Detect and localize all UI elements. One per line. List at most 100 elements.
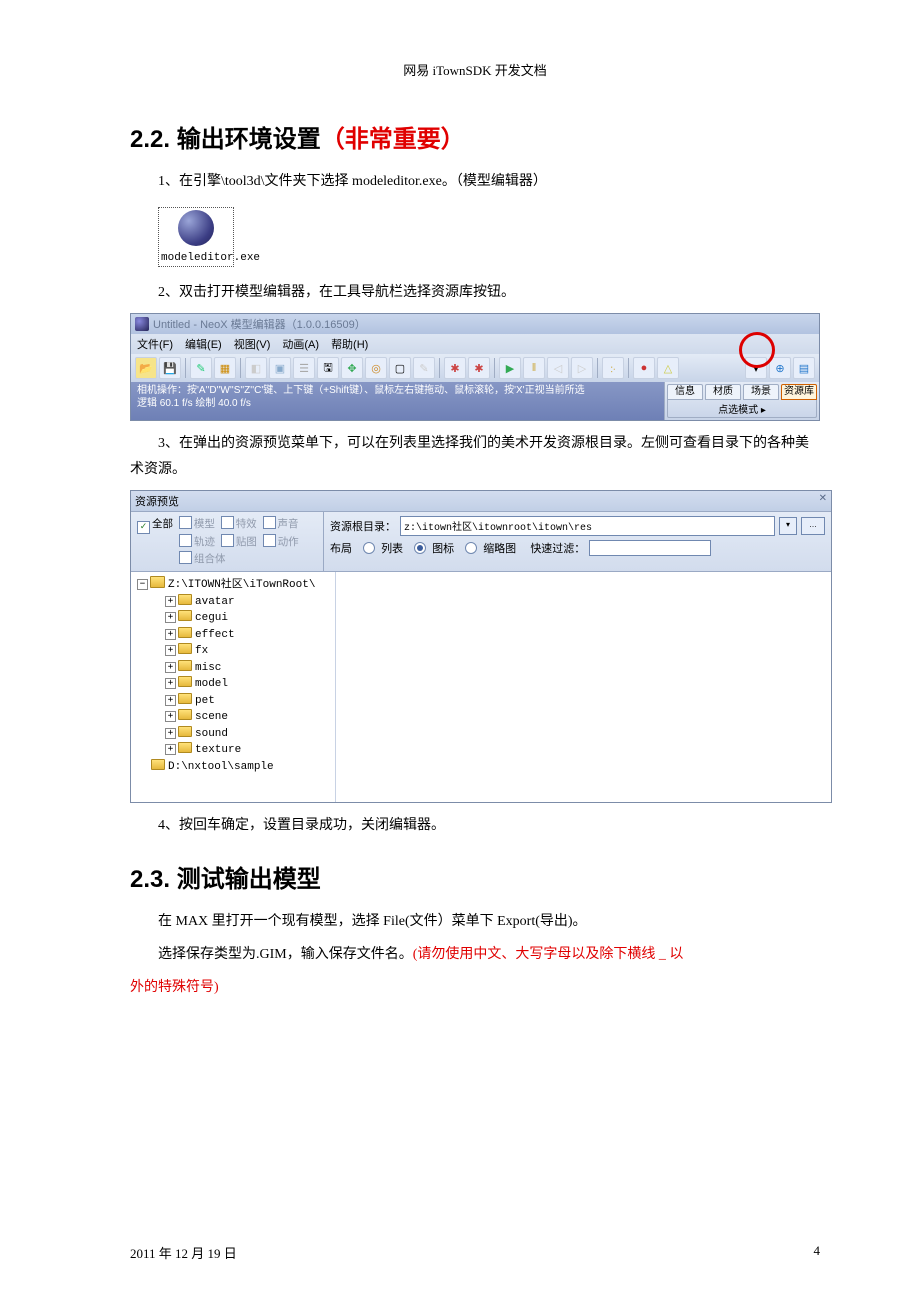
root-dir-input[interactable]: z:\itown社区\itownroot\itown\res [400,516,775,536]
root-dir-dropdown[interactable]: ▾ [779,517,797,535]
lbl-effect: 特效 [236,518,257,530]
tree-item[interactable]: fx [195,645,208,657]
db-icon[interactable]: ▤ [793,357,815,379]
brush-icon[interactable]: ✎ [413,357,435,379]
save-icon[interactable]: 💾 [159,357,181,379]
tree-item[interactable]: sound [195,728,228,740]
chk-track[interactable] [179,534,192,547]
open-icon[interactable]: 📂 [135,357,157,379]
chk-action[interactable] [263,534,276,547]
tree-sibling[interactable]: D:\nxtool\sample [168,761,274,773]
step-1: 1、在引擎\tool3d\文件夹下选择 modeleditor.exe。（模型编… [130,169,820,194]
tree-root[interactable]: Z:\ITOWN社区\iTownRoot\ [168,579,315,591]
bug2-icon[interactable]: ✱ [468,357,490,379]
menu-file[interactable]: 文件(F) [137,336,173,352]
lbl-list: 列表 [381,540,403,556]
layout-label: 布局 [330,540,352,556]
bug-icon[interactable]: ✱ [444,357,466,379]
lbl-thumb: 缩略图 [483,540,516,556]
chk-effect[interactable] [221,516,234,529]
box-icon[interactable]: ▣ [269,357,291,379]
tree-item[interactable]: cegui [195,612,228,624]
sec22-number: 2.2. [130,126,170,153]
lbl-action: 动作 [278,536,299,548]
menu-anim[interactable]: 动画(A) [282,336,319,352]
lbl-model: 模型 [194,518,215,530]
para-23b: 选择保存类型为.GIM，输入保存文件名。(请勿使用中文、大写字母以及除下横线 _… [130,942,820,967]
app-icon [135,317,149,331]
target-icon[interactable]: ◎ [365,357,387,379]
radio-thumb[interactable] [465,542,477,554]
tree-item[interactable]: effect [195,629,235,641]
tree-item[interactable]: model [195,678,228,690]
page-icon[interactable]: ▢ [389,357,411,379]
folder-tree[interactable]: −Z:\ITOWN社区\iTownRoot\ +avatar +cegui +e… [131,572,336,802]
para-23b-red1: (请勿使用中文、大写字母以及除下横线 _ 以 [413,947,684,962]
root-dir-browse[interactable]: … [801,517,825,535]
para-23b-red2: 外的特殊符号) [130,980,219,995]
status-line-2: 逻辑 60.1 f/s 绘制 40.0 f/s [137,397,658,410]
quick-filter-label: 快速过滤： [530,540,585,556]
red-ball-icon[interactable]: ● [633,357,655,379]
tab-scene[interactable]: 场景 [743,384,779,400]
menubar: 文件(F) 编辑(E) 视图(V) 动画(A) 帮助(H) [131,334,819,354]
tree-item[interactable]: misc [195,662,221,674]
chk-combo[interactable] [179,551,192,564]
preview-area [336,572,831,802]
tab-resource[interactable]: 资源库 [781,384,817,400]
cube-icon[interactable]: ◧ [245,357,267,379]
lbl-all: 全部 [152,518,173,530]
dropdown-icon[interactable]: ▾ [745,357,767,379]
tab-material[interactable]: 材质 [705,384,741,400]
menu-view[interactable]: 视图(V) [234,336,271,352]
panel-title: 资源预览 [135,493,179,509]
model-editor-screenshot: Untitled - NeoX 模型编辑器（1.0.0.16509） 文件(F)… [130,313,820,421]
tree-item[interactable]: avatar [195,596,235,608]
chk-all[interactable] [137,521,150,534]
quick-filter-input[interactable] [589,540,711,556]
tree-item[interactable]: scene [195,711,228,723]
play-icon[interactable]: ▶ [499,357,521,379]
next-icon[interactable]: ▷ [571,357,593,379]
pause-icon[interactable]: ‖ [523,357,545,379]
menu-edit[interactable]: 编辑(E) [185,336,222,352]
move-icon[interactable]: ✥ [341,357,363,379]
footer-page: 4 [814,1243,821,1262]
layers-icon[interactable]: ☰ [293,357,315,379]
sec22-highlight: （非常重要） [321,126,465,153]
resource-preview-screenshot: 资源预览 ✕ 全部 模型 特效 声音 轨迹 贴图 动作 组合体 [130,490,832,804]
chk-texture[interactable] [221,534,234,547]
right-panel-tabs: 信息 材质 场景 资源库 点选模式 ▸ [664,382,819,420]
radio-list[interactable] [363,542,375,554]
lbl-track: 轨迹 [194,536,215,548]
lbl-combo: 组合体 [194,553,226,565]
para-23a: 在 MAX 里打开一个现有模型，选择 File(文件）菜单下 Export(导出… [130,909,820,934]
step-3: 3、在弹出的资源预览菜单下，可以在列表里选择我们的美术开发资源根目录。左侧可查看… [130,431,820,481]
page-header: 网易 iTownSDK 开发文档 [130,60,820,79]
prev-icon[interactable]: ◁ [547,357,569,379]
tree-item[interactable]: pet [195,695,215,707]
tab-info[interactable]: 信息 [667,384,703,400]
menu-help[interactable]: 帮助(H) [331,336,368,352]
exe-sphere-icon [172,210,220,250]
disk-icon[interactable]: 🖫 [317,357,339,379]
sec22-title: 输出环境设置 [170,126,321,153]
chk-model[interactable] [179,516,192,529]
globe-icon[interactable]: ⊕ [769,357,791,379]
lbl-texture: 贴图 [236,536,257,548]
close-icon[interactable]: ✕ [819,493,827,509]
radio-icon[interactable] [414,542,426,554]
section-2-2-heading: 2.2. 输出环境设置（非常重要） [130,119,820,154]
grid-icon[interactable]: ▦ [214,357,236,379]
edit-icon[interactable]: ✎ [190,357,212,379]
mode-label: 点选模式 [718,405,758,416]
cone-icon[interactable]: △ [657,357,679,379]
lbl-sound: 声音 [278,518,299,530]
sec23-title: 测试输出模型 [170,866,321,893]
step-2: 2、双击打开模型编辑器，在工具导航栏选择资源库按钮。 [130,280,820,305]
chk-sound[interactable] [263,516,276,529]
step-4: 4、按回车确定，设置目录成功，关闭编辑器。 [130,813,820,838]
tree-item[interactable]: texture [195,744,241,756]
type-filters: 全部 模型 特效 声音 轨迹 贴图 动作 组合体 [131,512,324,572]
tree-icon[interactable]: ჻ [602,357,624,379]
